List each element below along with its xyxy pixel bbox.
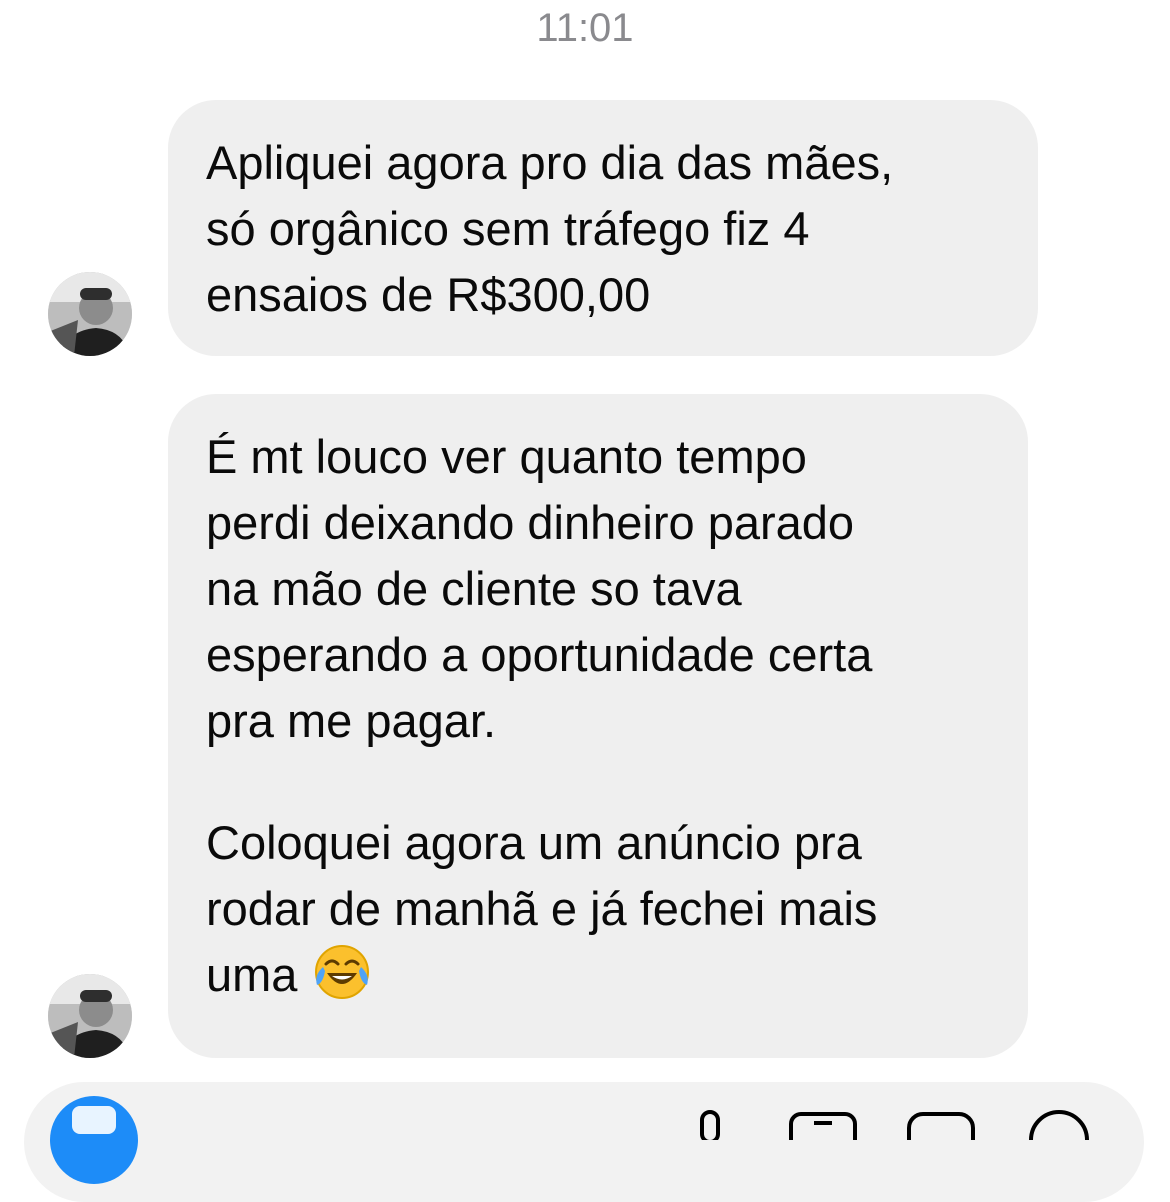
- camera-button[interactable]: [50, 1096, 138, 1184]
- timestamp: 11:01: [536, 6, 634, 50]
- message-text-line: ensaios de R$300,00: [206, 268, 651, 321]
- message-bubble[interactable]: Apliquei agora pro dia das mães, só orgâ…: [168, 100, 1038, 356]
- message-text-fragment: uma: [206, 948, 298, 1001]
- message-bubble[interactable]: É mt louco ver quanto tempo perdi deixan…: [168, 394, 1028, 1058]
- message-text-line: perdi deixando dinheiro parado: [206, 496, 855, 549]
- sticker-icon[interactable]: [906, 1110, 976, 1156]
- message-text-line: É mt louco ver quanto tempo: [206, 430, 807, 483]
- microphone-icon[interactable]: [690, 1110, 730, 1145]
- message-text-line: Coloquei agora um anúncio pra: [206, 816, 862, 869]
- message-text-line: só orgânico sem tráfego fiz 4: [206, 202, 810, 255]
- message-text-line: Apliquei agora pro dia das mães,: [206, 136, 894, 189]
- camera-icon: [72, 1106, 116, 1134]
- message-text-line: esperando a oportunidade certa: [206, 628, 873, 681]
- tears-of-joy-emoji-icon: [313, 943, 371, 1001]
- message-text-line: na mão de cliente so tava: [206, 562, 742, 615]
- message-text-line: rodar de manhã e já fechei mais: [206, 882, 878, 935]
- message-text-line: pra me pagar.: [206, 694, 497, 747]
- avatar[interactable]: [48, 974, 132, 1058]
- message-text-line: uma: [206, 942, 990, 1008]
- message-composer[interactable]: [24, 1082, 1144, 1202]
- avatar[interactable]: [48, 272, 132, 356]
- gallery-icon[interactable]: [788, 1110, 858, 1156]
- plus-icon[interactable]: [1024, 1110, 1094, 1170]
